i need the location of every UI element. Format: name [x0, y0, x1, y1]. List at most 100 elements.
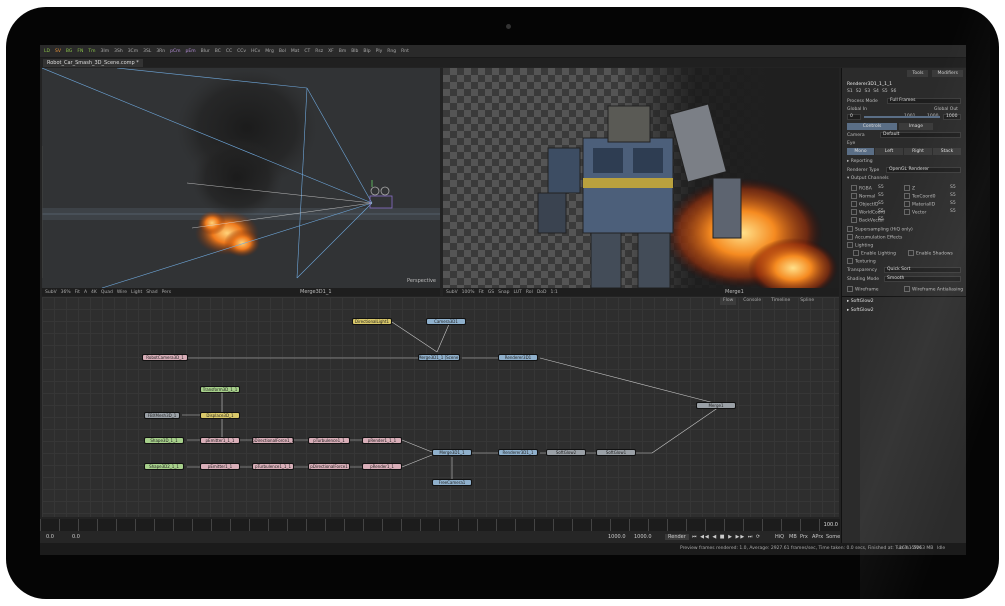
channel-0-2[interactable]: Z: [904, 185, 915, 192]
prx-button[interactable]: Prx: [800, 534, 808, 540]
version-slot-6[interactable]: S6: [891, 89, 897, 94]
channel-1-2[interactable]: TexCoord0: [904, 193, 935, 200]
viewer-left-tool-8[interactable]: Shad: [146, 290, 157, 295]
node-renderer3d[interactable]: Renderer3D1: [498, 354, 538, 361]
toolbar-button-ccv[interactable]: CCv: [236, 49, 247, 54]
flow-tab-flow[interactable]: Flow: [720, 297, 737, 305]
option-texturing[interactable]: Texturing: [847, 258, 876, 265]
eye-left[interactable]: Left: [875, 148, 903, 155]
subtab-controls[interactable]: Controls: [847, 123, 897, 130]
channel-2-0[interactable]: ObjectID: [851, 201, 878, 208]
timeline-ruler[interactable]: 100.0: [40, 519, 840, 531]
channel-2-1[interactable]: S5: [878, 201, 884, 206]
channel-checkbox[interactable]: [851, 209, 857, 215]
global-range-slider[interactable]: [864, 116, 940, 118]
channel-2-3[interactable]: S5: [950, 201, 956, 206]
channel-checkbox[interactable]: [904, 201, 910, 207]
shading-mode-select[interactable]: Smooth: [884, 276, 961, 282]
node-transform3d[interactable]: Transform3D_1_1: [200, 386, 240, 393]
viewer-2d[interactable]: [443, 68, 839, 288]
node-shape3d-2[interactable]: Shape3D2_1_1: [144, 463, 184, 470]
toolbar-button-mrg[interactable]: Mrg: [264, 49, 275, 54]
node-directional-light[interactable]: DirectionalLight1: [352, 318, 392, 325]
flow-tab-spline[interactable]: Spline: [797, 297, 817, 305]
toolbar-button-3im[interactable]: 3Im: [100, 49, 111, 54]
flow-tab-console[interactable]: Console: [740, 297, 764, 305]
node-pemitter-1[interactable]: pEmitter1_1_1: [200, 437, 240, 444]
node-free-camera[interactable]: FreeCamera1: [432, 479, 472, 486]
node-pemitter-2[interactable]: pEmitter1_1: [200, 463, 240, 470]
global-out-field[interactable]: 1000: [943, 114, 961, 120]
channel-4-1[interactable]: S5: [878, 217, 884, 222]
toolbar-button-pem[interactable]: pEm: [185, 49, 197, 54]
channel-1-3[interactable]: S5: [950, 193, 956, 198]
toolbar-button-3sl[interactable]: 3SL: [142, 49, 152, 54]
eye-stack[interactable]: Stack: [933, 148, 961, 155]
version-slot-1[interactable]: S1: [847, 89, 853, 94]
version-slot-3[interactable]: S3: [864, 89, 870, 94]
collapsed-tool-2[interactable]: ▸ SoftGlow2: [847, 308, 874, 313]
viewer-left-tool-5[interactable]: Quad: [101, 290, 113, 295]
reporting-toggle[interactable]: ▸ Reporting: [847, 159, 873, 164]
composition-tab[interactable]: Robot_Car_Smash_3D_Scene.comp *: [43, 59, 143, 67]
viewer-left-tool-4[interactable]: 4K: [91, 290, 97, 295]
tab-tools[interactable]: Tools: [907, 70, 929, 77]
option-lighting[interactable]: Lighting: [847, 242, 873, 249]
viewer-right-tool-1[interactable]: 100%: [462, 290, 475, 295]
aprx-button[interactable]: APrx: [812, 534, 823, 540]
camera-select[interactable]: Default: [880, 132, 961, 138]
viewer-right-tool-5[interactable]: LUT: [513, 290, 521, 295]
render-end-field[interactable]: 1000.0: [608, 534, 626, 540]
channel-1-1[interactable]: S5: [878, 193, 884, 198]
viewer-right-tool-0[interactable]: SubV: [446, 290, 458, 295]
node-softglow2[interactable]: SoftGlow2: [546, 449, 586, 456]
option-enable-shadows[interactable]: Enable Shadows: [908, 250, 953, 257]
channel-checkbox[interactable]: [904, 185, 910, 191]
render-start-field[interactable]: 0.0: [72, 534, 80, 540]
mb-button[interactable]: MB: [789, 534, 797, 540]
version-slot-2[interactable]: S2: [856, 89, 862, 94]
channel-checkbox[interactable]: [904, 193, 910, 199]
toolbar-button-blp[interactable]: Blp: [362, 49, 371, 54]
node-softglow1[interactable]: SoftGlow1: [596, 449, 636, 456]
toolbar-button-pcm[interactable]: pCm: [169, 49, 181, 54]
channel-0-0[interactable]: RGBA: [851, 185, 872, 192]
flow-tab-timeline[interactable]: Timeline: [768, 297, 793, 305]
node-merge3d-scene[interactable]: Merge3D1_1 [Scene]: [418, 354, 460, 361]
node-renderer3d-1[interactable]: Renderer3D1_1: [498, 449, 538, 456]
toolbar-button-ld[interactable]: LD: [43, 49, 51, 54]
toolbar-button-blur[interactable]: Blur: [200, 49, 211, 54]
global-end-field[interactable]: 1000.0: [634, 534, 652, 540]
toolbar-button-rsz[interactable]: Rsz: [314, 49, 324, 54]
option-enable-lighting[interactable]: Enable Lighting: [853, 250, 896, 257]
node-merge1[interactable]: Merge1: [696, 402, 736, 409]
render-button[interactable]: Render: [665, 534, 689, 540]
node-pdirectionalforce-1[interactable]: pDirectionalForce1_1: [252, 437, 294, 444]
toolbar-button-rng[interactable]: Rng: [386, 49, 397, 54]
node-prender-1[interactable]: pRender1_1_1: [362, 437, 402, 444]
node-pdirectionalforce-2[interactable]: pDirectionalForce1: [308, 463, 350, 470]
toolbar-button-cc[interactable]: CC: [225, 49, 233, 54]
option-supersampling[interactable]: Supersampling (HiQ only): [847, 226, 913, 233]
toolbar-button-bol[interactable]: Bol: [278, 49, 287, 54]
some-button[interactable]: Some: [826, 534, 840, 540]
option-wireframe-aa[interactable]: Wireframe Antialiasing: [904, 286, 963, 293]
channel-checkbox[interactable]: [904, 209, 910, 215]
version-slot-4[interactable]: S4: [873, 89, 879, 94]
camera-gizmo-icon[interactable]: [369, 180, 393, 209]
toolbar-button-bm[interactable]: Bm: [338, 49, 347, 54]
toolbar-button-3cm[interactable]: 3Cm: [127, 49, 139, 54]
hiq-button[interactable]: HiQ: [775, 534, 784, 540]
channel-checkbox[interactable]: [851, 193, 857, 199]
toolbar-button-xf[interactable]: XF: [327, 49, 335, 54]
collapsed-tool-1[interactable]: ▸ SoftGlow2: [847, 299, 874, 304]
viewer-right-tool-6[interactable]: RoI: [526, 290, 533, 295]
process-mode-select[interactable]: Full Frames: [887, 98, 961, 104]
toolbar-button-fn[interactable]: FN: [76, 49, 84, 54]
viewer-left-tool-3[interactable]: A: [84, 290, 87, 295]
node-prender-2[interactable]: pRender1_1: [362, 463, 402, 470]
node-displace3d[interactable]: Displace3D_1: [200, 412, 240, 419]
toolbar-button-ply[interactable]: Ply: [375, 49, 384, 54]
node-merge3d[interactable]: Merge3D1_1: [432, 449, 472, 456]
channel-checkbox[interactable]: [851, 217, 857, 223]
